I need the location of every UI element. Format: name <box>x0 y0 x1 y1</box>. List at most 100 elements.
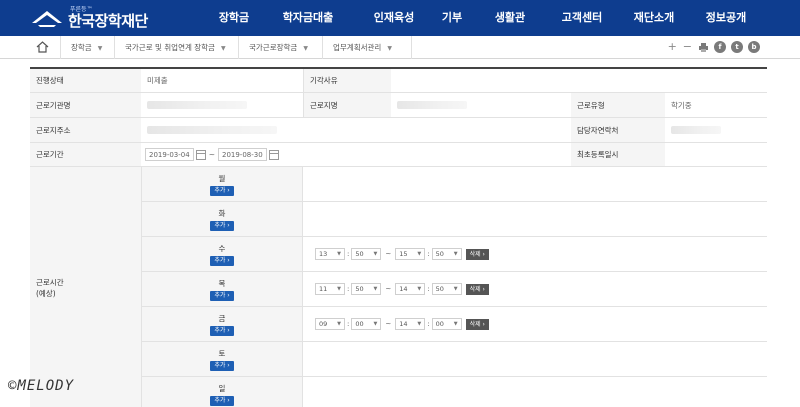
start-minute-select[interactable]: 50 ▼ <box>351 248 382 260</box>
contact-label: 담당자연락처 <box>571 118 665 142</box>
time-slot: 09 ▼ : 00 ▼ ~ 14 ▼ : 00 ▼ 삭제 › <box>315 307 489 341</box>
work-type-value: 학기중 <box>671 100 692 110</box>
period-start-input[interactable]: 2019-03-04 <box>145 148 194 161</box>
print-icon[interactable] <box>698 42 709 53</box>
redacted-org-name <box>147 101 247 109</box>
end-hour-select[interactable]: 14 ▼ <box>395 318 426 330</box>
blog-icon[interactable]: b <box>748 41 760 53</box>
redacted-contact <box>671 126 721 134</box>
zoom-out-icon[interactable]: − <box>683 41 692 53</box>
day-row-thu: 목 추가 › 11 ▼ : 50 ▼ ~ 14 ▼ : 50 ▼ 삭제 › <box>141 272 767 307</box>
menu-customer-center[interactable]: 고객센터 <box>546 0 618 36</box>
work-plan-form: 진행상태 미제출 기각사유 근로기관명 근로지명 근로유형 학기중 근로지주소 … <box>30 67 767 407</box>
period-end-input[interactable]: 2019-08-30 <box>217 148 267 161</box>
day-label: 월 <box>218 173 226 183</box>
end-minute-select[interactable]: 00 ▼ <box>431 318 462 330</box>
caret-down-icon: ▼ <box>387 45 392 52</box>
main-menu: 장학금 학자금대출 인재육성 기부 생활관 고객센터 재단소개 정보공개 <box>210 0 762 36</box>
add-time-button[interactable]: 추가 › <box>210 360 234 371</box>
add-time-button[interactable]: 추가 › <box>210 255 234 266</box>
time-slot: 13 ▼ : 50 ▼ ~ 15 ▼ : 50 ▼ 삭제 › <box>315 237 489 271</box>
day-row-fri: 금 추가 › 09 ▼ : 00 ▼ ~ 14 ▼ : 00 ▼ 삭제 › <box>141 307 767 342</box>
menu-about[interactable]: 재단소개 <box>618 0 690 36</box>
caret-down-icon: ▼ <box>97 45 103 52</box>
delete-time-button[interactable]: 삭제 › <box>465 248 489 260</box>
period-label: 근로기간 <box>30 143 141 166</box>
facebook-icon[interactable]: f <box>714 41 726 53</box>
twitter-icon[interactable]: t <box>731 41 743 53</box>
breadcrumb-item-scholarship[interactable]: 장학금 ▼ <box>60 36 114 59</box>
org-value <box>141 93 303 117</box>
menu-scholarship[interactable]: 장학금 <box>210 0 258 36</box>
day-label: 화 <box>218 208 226 218</box>
org-row: 근로기관명 근로지명 근로유형 학기중 <box>30 93 767 118</box>
end-hour-select[interactable]: 14 ▼ <box>395 283 426 295</box>
day-label: 목 <box>218 278 226 288</box>
start-minute-select[interactable]: 00 ▼ <box>351 318 382 330</box>
breadcrumb-item-work-scholarship[interactable]: 국가근로 및 취업연계 장학금 ▼ <box>114 36 238 59</box>
site-value <box>391 93 571 117</box>
delete-time-button[interactable]: 삭제 › <box>465 283 489 295</box>
logo-title: 한국장학재단 <box>68 12 148 30</box>
add-time-button[interactable]: 추가 › <box>210 290 234 301</box>
work-type-label: 근로유형 <box>571 93 665 117</box>
address-row: 근로지주소 담당자연락처 <box>30 118 767 143</box>
status-row: 진행상태 미제출 기각사유 <box>30 69 767 93</box>
menu-donation[interactable]: 기부 <box>430 0 474 36</box>
add-time-button[interactable]: 추가 › <box>210 185 234 196</box>
breadcrumb-item-work-plan[interactable]: 업무계획서관리 ▼ <box>322 36 412 59</box>
period-inputs: 2019-03-04 ~ 2019-08-30 <box>141 143 571 166</box>
menu-talent[interactable]: 인재육성 <box>358 0 430 36</box>
redacted-address <box>147 126 277 134</box>
end-minute-select[interactable]: 50 ▼ <box>431 283 462 295</box>
add-time-button[interactable]: 추가 › <box>210 325 234 336</box>
status-value: 미제출 <box>147 76 168 85</box>
first-registered-label: 최초등록일시 <box>571 143 665 166</box>
breadcrumb-item-national-work[interactable]: 국가근로장학금 ▼ <box>238 36 322 59</box>
top-navigation-bar: 푸른등™ 한국장학재단 장학금 학자금대출 인재육성 기부 생활관 고객센터 재… <box>0 0 800 36</box>
page-tools: + − f t b <box>662 41 760 53</box>
address-value <box>141 118 571 142</box>
add-time-button[interactable]: 추가 › <box>210 395 234 406</box>
org-label: 근로기관명 <box>30 93 141 117</box>
site-label: 근로지명 <box>303 93 391 117</box>
caret-down-icon: ▼ <box>220 45 226 52</box>
period-row: 근로기간 2019-03-04 ~ 2019-08-30 최초등록일시 <box>30 143 767 167</box>
start-hour-select[interactable]: 11 ▼ <box>315 283 345 295</box>
status-label: 진행상태 <box>30 69 141 92</box>
menu-dormitory[interactable]: 생활관 <box>474 0 546 36</box>
menu-student-loan[interactable]: 학자금대출 <box>258 0 358 36</box>
menu-disclosure[interactable]: 정보공개 <box>690 0 762 36</box>
calendar-icon[interactable] <box>195 149 206 160</box>
reject-reason-value <box>391 69 767 92</box>
day-row-sun: 일 추가 › <box>141 377 767 407</box>
add-time-button[interactable]: 추가 › <box>210 220 234 231</box>
calendar-icon[interactable] <box>268 149 279 160</box>
address-label: 근로지주소 <box>30 118 141 142</box>
start-hour-select[interactable]: 09 ▼ <box>315 318 345 330</box>
caret-down-icon: ▼ <box>303 45 308 52</box>
day-row-sat: 토 추가 › <box>141 342 767 377</box>
day-label: 토 <box>218 348 226 358</box>
contact-value <box>665 118 767 142</box>
day-label: 금 <box>218 313 226 323</box>
first-registered-value <box>665 143 767 166</box>
kosaf-logo[interactable]: 푸른등™ 한국장학재단 <box>30 4 148 32</box>
redacted-site-name <box>397 101 467 109</box>
day-label: 수 <box>218 243 226 253</box>
end-hour-select[interactable]: 15 ▼ <box>395 248 426 260</box>
day-row-mon: 월 추가 › <box>141 167 767 202</box>
day-row-tue: 화 추가 › <box>141 202 767 237</box>
day-row-wed: 수 추가 › 13 ▼ : 50 ▼ ~ 15 ▼ : 50 ▼ 삭제 › <box>141 237 767 272</box>
end-minute-select[interactable]: 50 ▼ <box>431 248 462 260</box>
reject-reason-label: 기각사유 <box>303 69 391 92</box>
time-slot: 11 ▼ : 50 ▼ ~ 14 ▼ : 50 ▼ 삭제 › <box>315 272 489 306</box>
watermark-text: ©MELODY <box>8 378 75 394</box>
day-label: 일 <box>218 383 226 393</box>
home-icon[interactable] <box>36 41 49 53</box>
start-minute-select[interactable]: 50 ▼ <box>351 283 382 295</box>
logo-mark-icon <box>30 7 64 29</box>
start-hour-select[interactable]: 13 ▼ <box>315 248 345 260</box>
zoom-in-icon[interactable]: + <box>668 41 677 53</box>
delete-time-button[interactable]: 삭제 › <box>465 318 489 330</box>
